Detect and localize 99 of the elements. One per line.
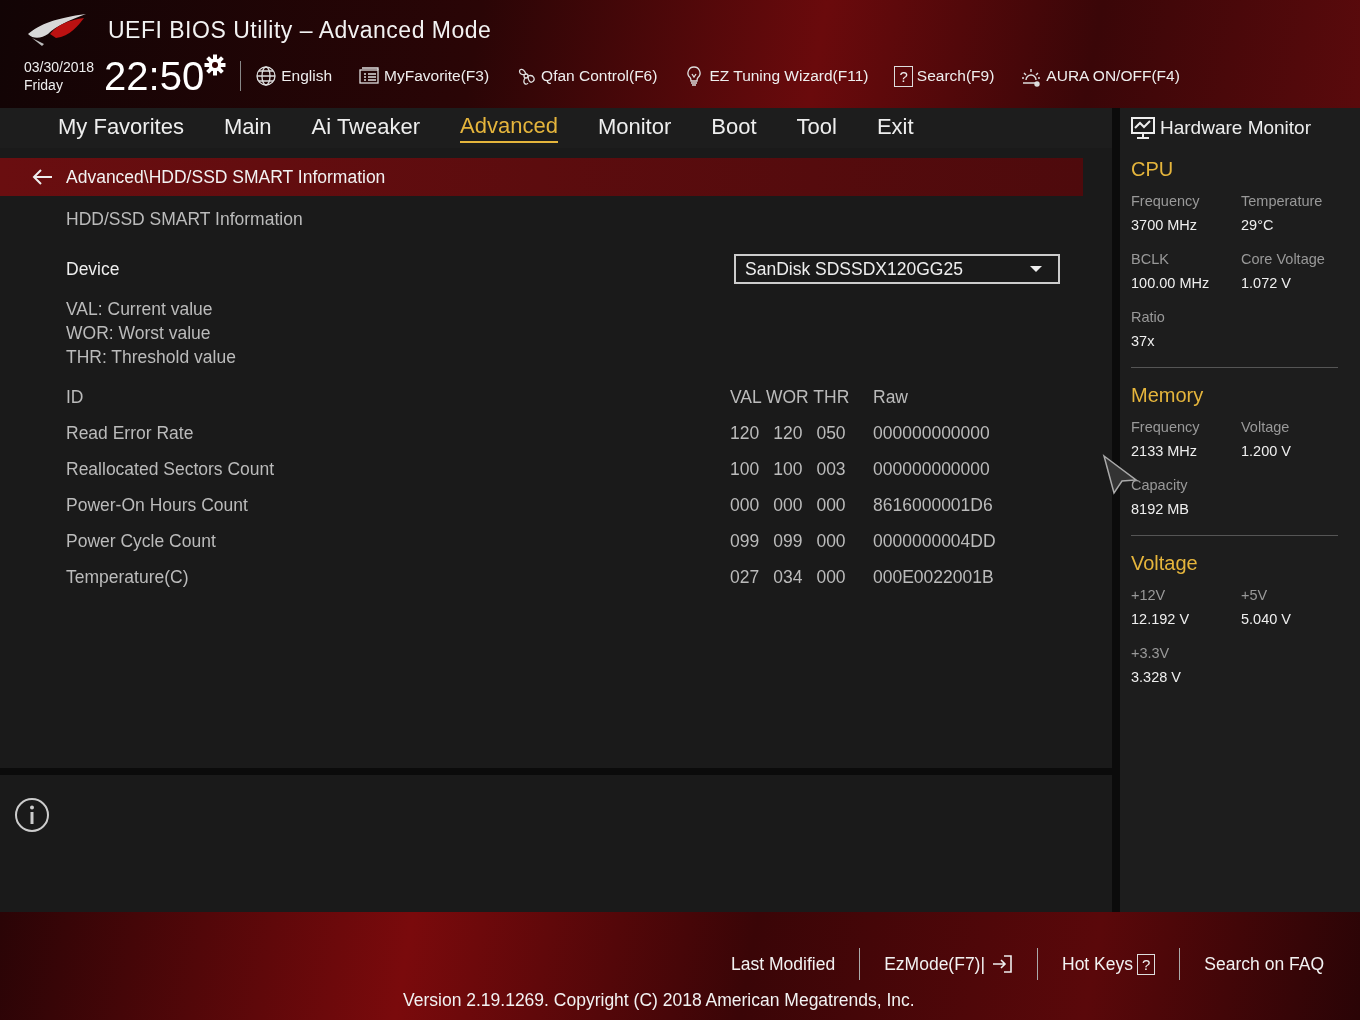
- tab[interactable]: Advanced: [460, 113, 558, 143]
- reading-label: +5V: [1241, 587, 1269, 603]
- panel-title: Hardware Monitor: [1160, 117, 1311, 139]
- tab[interactable]: Ai Tweaker: [311, 114, 421, 142]
- table-cell: 027: [730, 566, 760, 588]
- table-cell: 000E0022001B: [873, 566, 994, 588]
- settings-icon: [204, 54, 227, 76]
- toolbar-button[interactable]: AURA ON/OFF(F4): [1020, 65, 1180, 87]
- column-header: VAL WOR THR: [730, 386, 850, 408]
- list-icon: [358, 65, 381, 87]
- tab[interactable]: Boot: [711, 114, 757, 142]
- toolbar-label: Search(F9): [916, 67, 995, 85]
- help-icon: ?: [1137, 953, 1156, 975]
- tab[interactable]: Exit: [876, 114, 914, 142]
- table-cell: 099: [730, 530, 760, 552]
- globe-icon: [255, 65, 278, 87]
- table-cell: 100: [773, 458, 803, 480]
- reading-label: +3.3V: [1131, 645, 1171, 661]
- tab[interactable]: Main: [223, 114, 272, 142]
- toolbar-button[interactable]: English: [255, 65, 333, 87]
- breadcrumb-text: Advanced\HDD/SSD SMART Information: [66, 166, 386, 188]
- reading-value: 5.040 V: [1241, 611, 1292, 627]
- reading-label: Voltage: [1241, 419, 1291, 435]
- reading-value: 3700 MHz: [1131, 217, 1199, 233]
- table-cell: 000000000000: [873, 422, 990, 444]
- legend-text: THR: Threshold value: [66, 346, 237, 369]
- table-cell: 000: [816, 530, 846, 552]
- table-cell: 034: [773, 566, 803, 588]
- toolbar-label: Qfan Control(F6): [541, 67, 658, 85]
- toolbar-label: AURA ON/OFF(F4): [1046, 67, 1180, 85]
- tab[interactable]: Monitor: [597, 114, 672, 142]
- table-cell: 000: [730, 494, 760, 516]
- date-text: 03/30/2018: [24, 58, 95, 76]
- reading-value: 37x: [1131, 333, 1156, 349]
- reading-label: Core Voltage: [1241, 251, 1326, 267]
- table-cell: Read Error Rate: [66, 422, 194, 444]
- reading-value: 29°C: [1241, 217, 1275, 233]
- reading-label: Ratio: [1131, 309, 1166, 325]
- info-icon: [14, 797, 50, 833]
- table-cell: 000000000000: [873, 458, 990, 480]
- help-icon: ?: [894, 65, 913, 87]
- table-cell: 000: [816, 494, 846, 516]
- table-cell: 000: [816, 566, 846, 588]
- section-title: HDD/SSD SMART Information: [66, 209, 304, 231]
- caret-icon: [1030, 265, 1042, 273]
- legend-text: WOR: Worst value: [66, 322, 212, 345]
- footer-link[interactable]: Hot Keys ?: [1038, 953, 1180, 975]
- reading-value: 12.192 V: [1131, 611, 1191, 627]
- reading-value: 1.072 V: [1241, 275, 1292, 291]
- table-cell: Power-On Hours Count: [66, 494, 248, 516]
- footer-link[interactable]: Search on FAQ: [1180, 953, 1348, 975]
- table-cell: 050: [816, 422, 846, 444]
- tab[interactable]: My Favorites: [58, 114, 184, 142]
- footer-link[interactable]: EzMode(F7)|: [860, 953, 1037, 975]
- section-heading: Voltage: [1131, 552, 1199, 575]
- day-text: Friday: [24, 76, 64, 94]
- reading-label: Frequency: [1131, 419, 1201, 435]
- section-heading: Memory: [1131, 384, 1205, 407]
- table-cell: 8616000001D6: [873, 494, 993, 516]
- table-cell: 120: [730, 422, 760, 444]
- table-cell: 099: [773, 530, 803, 552]
- table-cell: Temperature(C): [66, 566, 189, 588]
- toolbar-label: EZ Tuning Wizard(F11): [709, 67, 869, 85]
- table-cell: 120: [773, 422, 803, 444]
- table-cell: 100: [730, 458, 760, 480]
- toolbar-button[interactable]: EZ Tuning Wizard(F11): [683, 65, 869, 87]
- clock-time: 22:50: [104, 54, 205, 98]
- toolbar-button[interactable]: MyFavorite(F3): [358, 65, 490, 87]
- reading-label: Capacity: [1131, 477, 1189, 493]
- table-cell: 000: [773, 494, 803, 516]
- tab[interactable]: Tool: [796, 114, 837, 142]
- table-cell: 003: [816, 458, 846, 480]
- reading-value: 1.200 V: [1241, 443, 1292, 459]
- legend-text: VAL: Current value: [66, 298, 214, 321]
- reading-value: 100.00 MHz: [1131, 275, 1211, 291]
- reading-label: BCLK: [1131, 251, 1170, 267]
- toolbar-button[interactable]: ? Search(F9): [894, 65, 995, 87]
- back-arrow-icon: [32, 168, 54, 186]
- device-dropdown[interactable]: SanDisk SDSSDX120GG25: [734, 254, 1060, 284]
- footer-link[interactable]: Last Modified: [707, 953, 860, 975]
- toolbar-label: MyFavorite(F3): [384, 67, 490, 85]
- reading-value: 2133 MHz: [1131, 443, 1199, 459]
- reading-label: +12V: [1131, 587, 1167, 603]
- reading-value: 3.328 V: [1131, 669, 1182, 685]
- field-label: Device: [66, 258, 120, 280]
- table-cell: 0000000004DD: [873, 530, 996, 552]
- monitor-icon: [1130, 116, 1156, 140]
- table-cell: Reallocated Sectors Count: [66, 458, 275, 480]
- column-header: ID: [66, 386, 84, 408]
- reading-value: 8192 MB: [1131, 501, 1191, 517]
- toolbar-label: English: [281, 67, 333, 85]
- toolbar-button[interactable]: Qfan Control(F6): [515, 65, 658, 87]
- reading-label: Temperature: [1241, 193, 1324, 209]
- reading-label: Frequency: [1131, 193, 1201, 209]
- version-text: Version 2.19.1269. Copyright (C) 2018 American Megatrends, Inc.: [403, 990, 915, 1011]
- table-cell: Power Cycle Count: [66, 530, 216, 552]
- column-header: Raw: [873, 386, 908, 408]
- window-title: UEFI BIOS Utility – Advanced Mode: [108, 16, 492, 44]
- section-heading: CPU: [1131, 158, 1175, 181]
